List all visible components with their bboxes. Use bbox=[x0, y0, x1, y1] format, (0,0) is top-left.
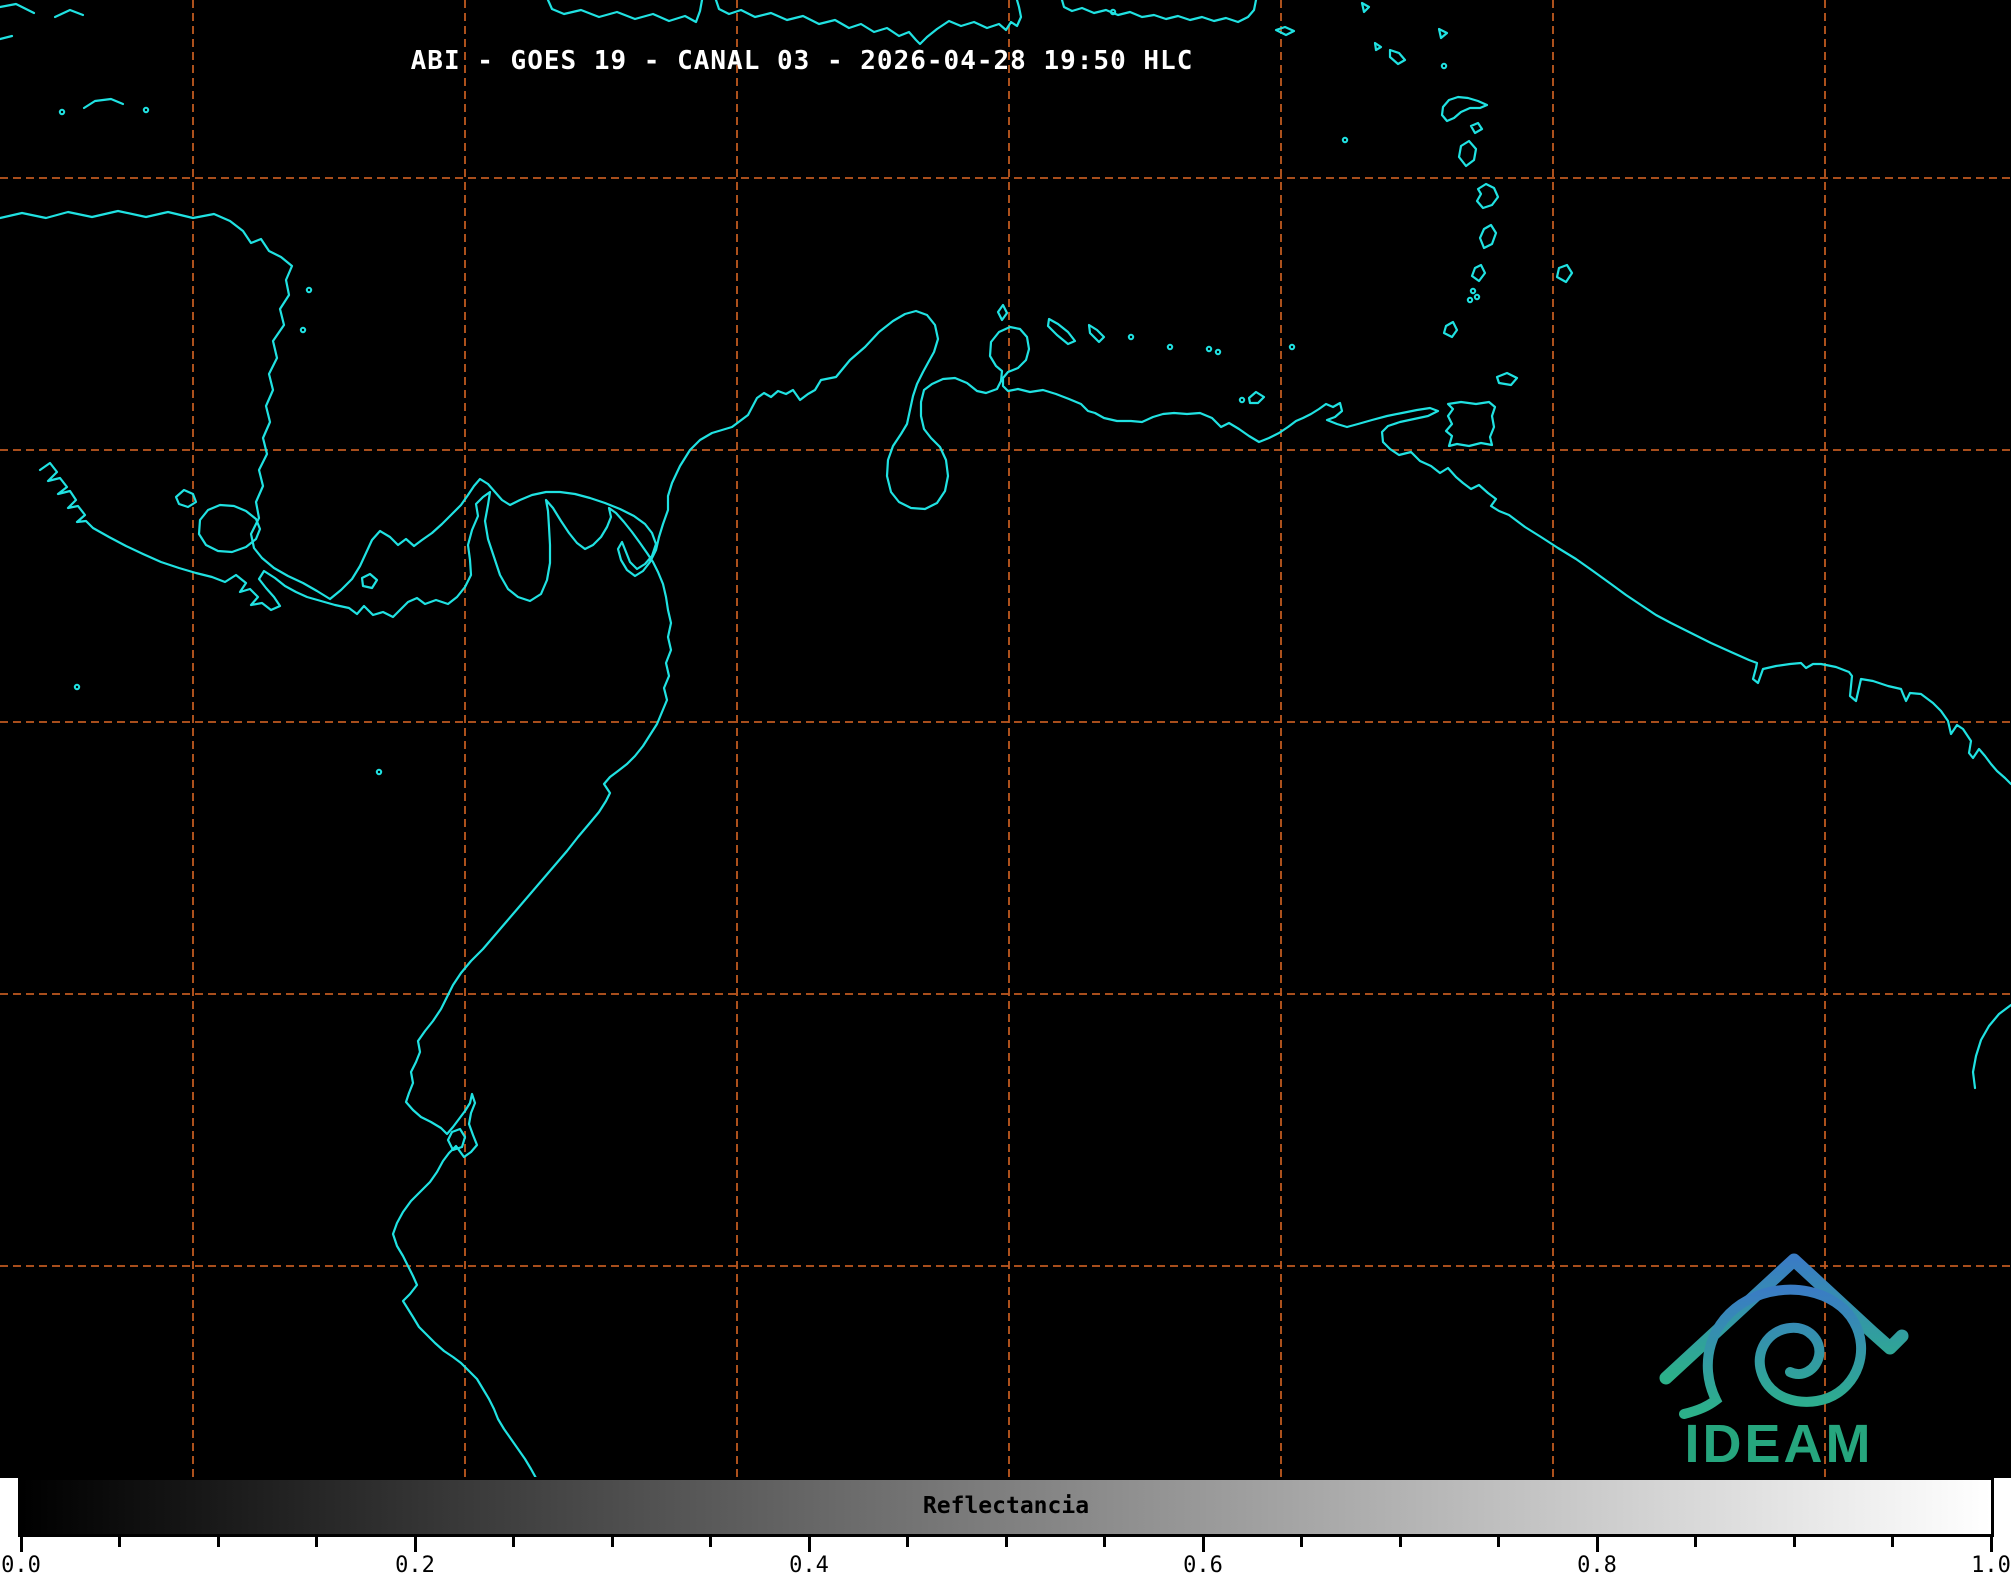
colorbar-minor-tick bbox=[1398, 1537, 1402, 1547]
coastline-nw-fragment-1 bbox=[0, 2, 36, 15]
colorbar-major-tick bbox=[1201, 1537, 1205, 1552]
colorbar-minor-tick bbox=[906, 1537, 909, 1547]
map-title: ABI - GOES 19 - CANAL 03 - 2026-04-28 19… bbox=[410, 46, 1194, 76]
coastline-islet-3 bbox=[1437, 27, 1449, 40]
coastline-caribbean-mainline bbox=[0, 209, 2011, 786]
coastline-guadeloupe bbox=[1440, 95, 1489, 123]
colorbar-minor-tick bbox=[1004, 1537, 1008, 1547]
logo-mountain-roof-icon bbox=[1659, 1253, 1909, 1385]
coastline-martinique bbox=[1475, 182, 1500, 210]
colorbar-minor-tick bbox=[118, 1537, 121, 1547]
coastline-brazil-fragment bbox=[1971, 1003, 2011, 1090]
colorbar-minor-tick bbox=[315, 1537, 318, 1547]
colorbar-major-tick bbox=[413, 1537, 417, 1552]
coastline-marie-galante bbox=[1469, 121, 1484, 135]
logo-text: IDEAM bbox=[1685, 1414, 1874, 1474]
coastline-nw-fragment-2 bbox=[0, 34, 14, 41]
colorbar-minor-tick bbox=[1300, 1537, 1303, 1547]
coastline-curacao bbox=[1046, 317, 1077, 346]
coastline-st-lucia bbox=[1478, 223, 1498, 250]
colorbar-tick-label: 0.6 bbox=[1183, 1553, 1223, 1577]
coastline-grenada bbox=[1442, 320, 1459, 339]
colorbar-label: Reflectancia bbox=[922, 1493, 1090, 1519]
colorbar-minor-tick bbox=[1792, 1537, 1796, 1547]
coastline-bay-islands bbox=[82, 97, 125, 110]
coastline-nw-fragment-3 bbox=[53, 8, 85, 19]
colorbar-minor-tick bbox=[1694, 1537, 1697, 1547]
coastline-aruba bbox=[996, 303, 1009, 322]
satellite-image-page: ABI - GOES 19 - CANAL 03 - 2026-04-28 19… bbox=[0, 0, 2011, 1577]
colorbar-tick-label: 0.8 bbox=[1577, 1553, 1617, 1577]
colorbar-major-tick bbox=[807, 1537, 811, 1552]
colorbar-major-tick bbox=[1989, 1537, 1993, 1552]
colorbar-minor-tick bbox=[1497, 1537, 1500, 1547]
colorbar-tick-label: 0.2 bbox=[395, 1553, 435, 1577]
coastline-hispaniola-south bbox=[714, 0, 1023, 46]
coastline-bonaire bbox=[1087, 323, 1106, 344]
coastline-margarita bbox=[1247, 390, 1266, 405]
coastline-coiba bbox=[360, 572, 379, 590]
coastline-st-croix bbox=[1274, 25, 1296, 37]
coastline-pacific-mainline bbox=[38, 461, 673, 1478]
coastline-tobago bbox=[1495, 371, 1519, 387]
reflectance-colorbar: Reflectancia bbox=[18, 1477, 1994, 1537]
colorbar-minor-tick bbox=[709, 1537, 712, 1547]
coastline-puerto-rico bbox=[1060, 0, 1258, 24]
colorbar-tick-label: 0.0 bbox=[1, 1553, 41, 1577]
colorbar-major-tick bbox=[1595, 1537, 1599, 1552]
logo-hurricane-spiral-icon bbox=[1679, 1284, 1867, 1419]
coastline-dominica bbox=[1457, 139, 1478, 168]
colorbar-major-tick bbox=[19, 1537, 23, 1552]
satellite-map: ABI - GOES 19 - CANAL 03 - 2026-04-28 19… bbox=[0, 0, 2011, 1478]
coastline-barbados bbox=[1555, 263, 1574, 284]
coastline-st-vincent bbox=[1470, 263, 1487, 283]
coastline-trinidad bbox=[1444, 400, 1497, 448]
ideam-logo: IDEAM bbox=[1659, 1253, 1909, 1474]
colorbar-minor-tick bbox=[216, 1537, 220, 1547]
coastline-lake-nicaragua bbox=[197, 503, 262, 554]
colorbar-tick-label: 1.0 bbox=[1971, 1553, 2011, 1577]
coastline-haiti-south bbox=[546, 0, 704, 24]
colorbar-minor-tick bbox=[1891, 1537, 1894, 1547]
colorbar-axis: 0.0 0.2 0.4 0.6 0.8 1.0 bbox=[0, 1537, 2011, 1577]
coastline-islet-1 bbox=[1360, 1, 1371, 14]
colorbar-tick-label: 0.4 bbox=[789, 1553, 829, 1577]
colorbar-minor-tick bbox=[512, 1537, 515, 1547]
colorbar-minor-tick bbox=[1103, 1537, 1106, 1547]
colorbar-minor-tick bbox=[610, 1537, 614, 1547]
